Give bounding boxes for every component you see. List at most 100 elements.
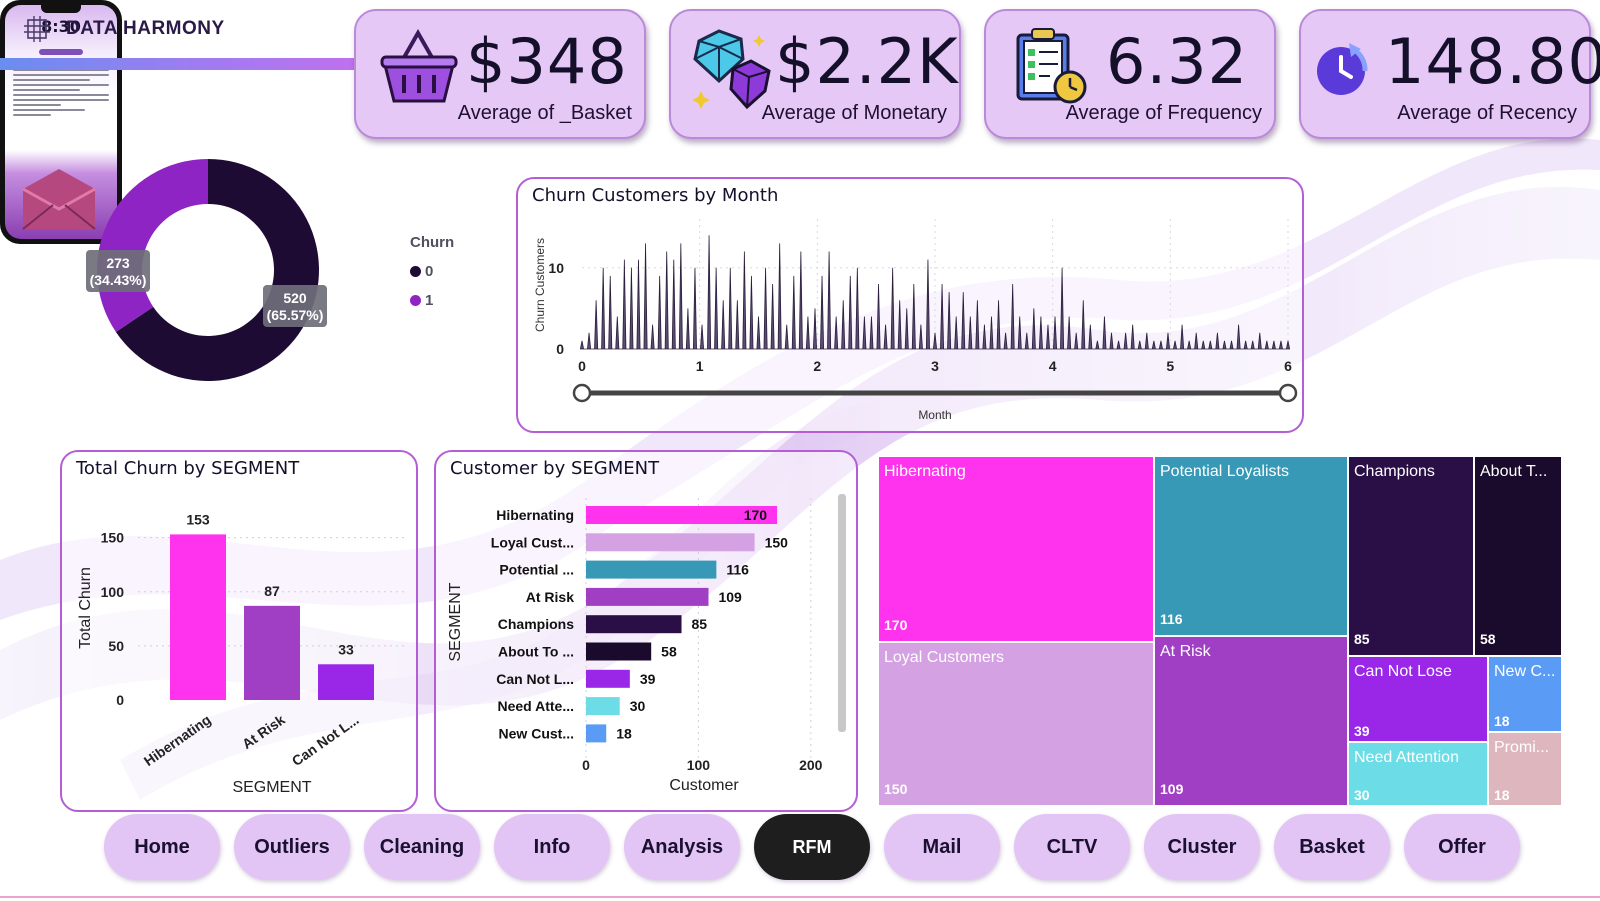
bar-data-label: 170	[744, 507, 768, 523]
brand-logo-icon	[24, 16, 50, 42]
x-tick-label: 6	[1284, 358, 1292, 374]
legend-item-1[interactable]: 1	[410, 292, 454, 309]
kpi-value: 6.32	[1106, 25, 1249, 98]
y-tick-label: Loyal Cust...	[491, 534, 574, 550]
churn-donut-chart: 273(34.43%) 520(65.57%)	[86, 159, 327, 381]
treemap-cell-value: 85	[1354, 631, 1370, 647]
treemap-cell-name: Loyal Customers	[884, 649, 1005, 666]
y-axis-label: SEGMENT	[447, 582, 464, 661]
treemap-cell-name: Hibernating	[884, 463, 966, 480]
treemap-cell-champions[interactable]: Champions 85	[1348, 456, 1474, 656]
brand: DATA HARMONY	[22, 14, 225, 44]
y-tick-label: Need Atte...	[498, 698, 575, 714]
legend-label: 0	[425, 263, 434, 280]
x-axis-label: Month	[918, 408, 951, 422]
donut-label-pct: (34.43%)	[90, 272, 147, 288]
bar-data-label: 39	[640, 671, 656, 687]
treemap-cell-about-to-sleep[interactable]: About T... 58	[1474, 456, 1562, 656]
y-tick-label: About To ...	[498, 644, 574, 660]
customer-bar-8	[586, 724, 607, 743]
x-axis-label: SEGMENT	[232, 779, 311, 796]
x-tick-label: 0	[582, 757, 590, 773]
legend-item-0[interactable]: 0	[410, 263, 454, 280]
brand-divider-bar	[0, 58, 360, 70]
y-tick-label: 0	[116, 692, 124, 708]
treemap-cell-value: 109	[1160, 781, 1184, 797]
treemap-cell-hibernating[interactable]: Hibernating 170	[878, 456, 1154, 642]
nav-cleaning-button[interactable]: Cleaning	[364, 814, 480, 880]
bar-data-label: 87	[264, 583, 280, 599]
nav-basket-button[interactable]: Basket	[1274, 814, 1390, 880]
kpi-value: 148.80	[1385, 25, 1600, 98]
diamond-icon	[692, 29, 771, 110]
treemap-cell-value: 170	[884, 617, 908, 633]
treemap-cell-potential-loyalists[interactable]: Potential Loyalists 116	[1154, 456, 1348, 636]
x-tick-label: 200	[799, 757, 823, 773]
churn-bar-2	[318, 664, 374, 700]
refresh-clock-icon	[1317, 43, 1368, 95]
x-tick-label: 1	[696, 358, 704, 374]
treemap-cell-promising[interactable]: Promi... 18	[1488, 732, 1562, 806]
phone-notch	[41, 5, 81, 13]
churn-month-panel: Churn Customers by Month 0 10 0 1 2 3 4 5 6 Churn…	[516, 177, 1304, 433]
bar-data-label: 85	[692, 616, 708, 632]
nav-cluster-button[interactable]: Cluster	[1144, 814, 1260, 880]
scrollbar-thumb[interactable]	[838, 494, 846, 732]
nav-mail-button[interactable]: Mail	[884, 814, 1000, 880]
treemap-cell-need-attention[interactable]: Need Attention 30	[1348, 742, 1488, 806]
donut-label-pct: (65.57%)	[267, 307, 324, 323]
treemap-cell-name: About T...	[1480, 463, 1548, 480]
treemap-cell-value: 18	[1494, 713, 1510, 729]
treemap-cell-name: New C...	[1494, 663, 1556, 680]
nav-rfm-button[interactable]: RFM	[754, 814, 870, 880]
x-tick-label: Can Not L...	[289, 711, 362, 769]
churn-segment-panel: Total Churn by SEGMENT 0 50 100 150 153 Hiber…	[60, 450, 418, 812]
nav-home-button[interactable]: Home	[104, 814, 220, 880]
customer-bar-4	[586, 615, 682, 634]
footer-divider	[0, 896, 1600, 898]
nav-cltv-button[interactable]: CLTV	[1014, 814, 1130, 880]
y-tick-label: 150	[101, 530, 125, 546]
month-slider-end-handle[interactable]	[1278, 383, 1298, 403]
legend-dot	[410, 295, 421, 306]
treemap-cell-value: 58	[1480, 631, 1496, 647]
customer-bar-1	[586, 533, 755, 552]
kpi-value: $2.2K	[775, 25, 959, 98]
treemap-cell-name: Promi...	[1494, 739, 1550, 756]
nav-info-button[interactable]: Info	[494, 814, 610, 880]
treemap-cell-value: 30	[1354, 787, 1370, 803]
nav-outliers-button[interactable]: Outliers	[234, 814, 350, 880]
treemap-cell-name: At Risk	[1160, 643, 1211, 660]
x-tick-label: 5	[1166, 358, 1174, 374]
bar-data-label: 18	[616, 725, 632, 741]
treemap-cell-can-not-lose[interactable]: Can Not Lose 39	[1348, 656, 1488, 742]
bar-data-label: 109	[718, 589, 742, 605]
treemap-cell-value: 116	[1160, 611, 1183, 627]
bar-data-label: 30	[630, 698, 646, 714]
bar-data-label: 58	[661, 644, 677, 660]
bar-data-label: 33	[338, 641, 354, 657]
nav-analysis-button[interactable]: Analysis	[624, 814, 740, 880]
churn-bar-1	[244, 605, 300, 700]
customer-bar-6	[586, 669, 630, 688]
y-axis-label: Total Churn	[77, 567, 94, 649]
kpi-card-monetary: $2.2K Average of Monetary	[669, 9, 961, 139]
donut-slice-1	[96, 159, 208, 332]
nav-offer-button[interactable]: Offer	[1404, 814, 1520, 880]
treemap-cell-value: 39	[1354, 723, 1370, 739]
treemap-cell-loyal-customers[interactable]: Loyal Customers 150	[878, 642, 1154, 806]
month-slider-start-handle[interactable]	[572, 383, 592, 403]
x-tick-label: 3	[931, 358, 939, 374]
treemap-cell-value: 18	[1494, 787, 1510, 803]
kpi-card-basket: $348 Average of _Basket	[354, 9, 646, 139]
legend-dot	[410, 266, 421, 277]
treemap-cell-at-risk[interactable]: At Risk 109	[1154, 636, 1348, 806]
clipboard-clock-icon	[1016, 28, 1087, 104]
treemap-cell-new-customers[interactable]: New C... 18	[1488, 656, 1562, 732]
kpi-value: $348	[466, 25, 628, 98]
segment-treemap: Hibernating 170 Potential Loyalists 116 …	[878, 456, 1562, 806]
donut-label-count: 273	[106, 255, 130, 271]
kpi-card-frequency: 6.32 Average of Frequency	[984, 9, 1276, 139]
y-tick-label: Champions	[498, 616, 574, 632]
customer-bar-2	[586, 560, 717, 579]
